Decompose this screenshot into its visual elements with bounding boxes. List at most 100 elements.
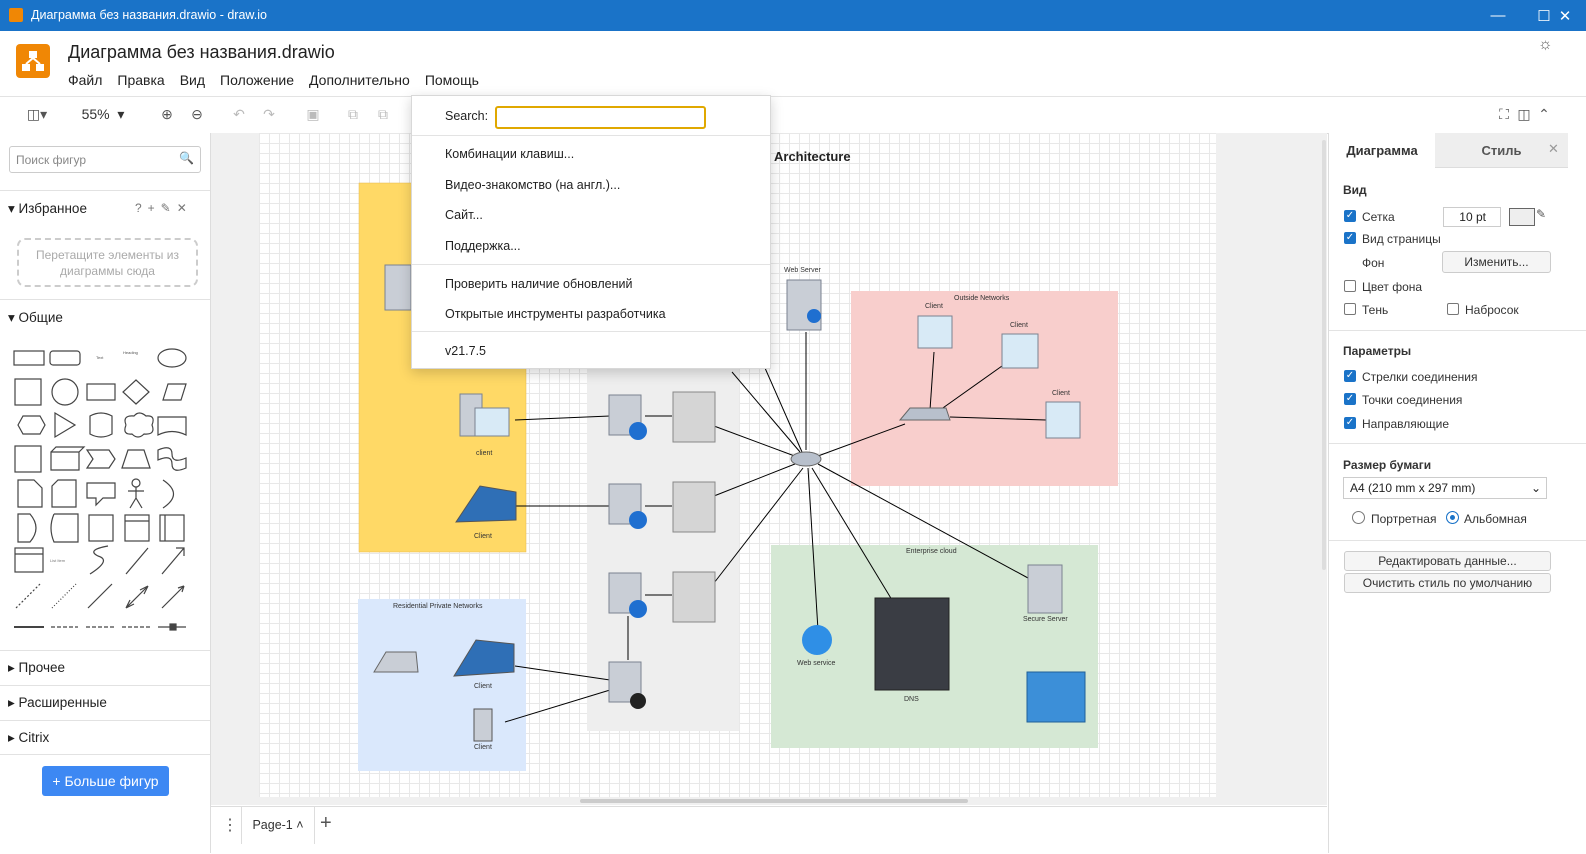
edit-data-button[interactable]: Редактировать данные... (1344, 551, 1551, 571)
favorites-actions[interactable]: ?+✎✕ (135, 201, 193, 215)
callout-shape (86, 482, 116, 507)
guides-checkbox[interactable]: ✓ (1344, 417, 1356, 429)
grid-label: Сетка (1362, 210, 1395, 224)
dns-label: DNS (904, 696, 919, 703)
ellipse-shape (157, 348, 187, 368)
favorites-drop-zone[interactable]: Перетащите элементы из диаграммы сюда (17, 238, 198, 287)
connection-arrows-checkbox[interactable]: ✓ (1344, 370, 1356, 382)
add-page-icon[interactable]: + (320, 812, 332, 835)
tab-diagram[interactable]: Диаграмма (1329, 133, 1435, 167)
format-panel-icon[interactable]: ◫ (1515, 104, 1533, 124)
connection-points-checkbox[interactable]: ✓ (1344, 393, 1356, 405)
step-shape (85, 449, 116, 469)
grid-checkbox[interactable]: ✓ (1344, 210, 1356, 222)
fullscreen-icon[interactable]: ⛶ (1495, 104, 1513, 124)
menu-file[interactable]: Файл (68, 72, 102, 88)
client-label: client (476, 450, 493, 457)
pages-menu-icon[interactable]: ⋮ (222, 815, 238, 835)
or-shape (162, 479, 175, 509)
outside-networks-label: Outside Networks (954, 295, 1010, 302)
document-title[interactable]: Диаграмма без названия.drawio (68, 42, 335, 63)
bg-color-checkbox[interactable] (1344, 280, 1356, 292)
horizontal-scrollbar[interactable] (580, 799, 968, 803)
title-bar: Диаграмма без названия.drawio - draw.io … (0, 0, 1586, 31)
undo-icon[interactable]: ↶ (228, 104, 250, 124)
general-shapes-grid[interactable]: Text Heading List Item (8, 340, 204, 640)
redo-icon[interactable]: ↷ (258, 104, 280, 124)
menu-extras[interactable]: Дополнительно (309, 72, 410, 88)
panel-toggle-icon[interactable]: ◫▾ (20, 104, 54, 124)
square-shape (14, 378, 42, 406)
secure-server-label: Secure Server (1023, 616, 1068, 623)
sketch-checkbox[interactable] (1447, 303, 1459, 315)
to-front-icon[interactable]: ⧉ (342, 104, 364, 124)
clear-default-style-button[interactable]: Очистить стиль по умолчанию (1344, 573, 1551, 593)
options-title: Параметры (1343, 344, 1412, 358)
svg-text:Text: Text (96, 355, 104, 360)
page-tab-current[interactable]: Page-1 ˄ (241, 806, 315, 844)
other-title: Прочее (18, 660, 66, 675)
cylinder-shape (89, 412, 113, 438)
help-search-input[interactable] (495, 106, 706, 129)
menu-help[interactable]: Помощь (425, 72, 479, 88)
web-service-label: Web service (797, 660, 836, 667)
diagram-title[interactable]: Architecture (774, 149, 851, 164)
portrait-radio[interactable] (1352, 511, 1365, 524)
close-button[interactable]: ✕ (1542, 0, 1586, 31)
data-storage-shape (50, 513, 79, 543)
pencil-icon[interactable]: ✎ (1536, 207, 1546, 221)
page-tabs-bar (211, 806, 1327, 854)
trapezoid-shape (121, 449, 151, 469)
sun-icon[interactable]: ☼ (1538, 36, 1553, 54)
grid-color-swatch[interactable] (1509, 208, 1535, 226)
zoom-select[interactable]: 55% ▾ (72, 104, 134, 124)
shadow-label: Тень (1362, 303, 1389, 317)
menu-view[interactable]: Вид (180, 72, 205, 88)
connection-arrows-label: Стрелки соединения (1362, 370, 1478, 384)
general-header[interactable]: ▾ Общие (8, 310, 63, 326)
actor-shape (128, 487, 144, 509)
menu-item-support[interactable]: Поддержка... (445, 239, 521, 253)
portrait-label: Портретная (1371, 512, 1437, 526)
delete-icon[interactable]: ▣ (302, 104, 324, 124)
triangle-shape (54, 411, 77, 439)
menu-item-website[interactable]: Сайт... (445, 208, 483, 222)
bg-color-label: Цвет фона (1362, 280, 1423, 294)
more-shapes-button[interactable]: + Больше фигур (42, 766, 169, 796)
search-icon[interactable]: 🔍 (179, 151, 194, 165)
menu-item-dev-tools[interactable]: Открытые инструменты разработчика (445, 307, 666, 321)
delay-shape (17, 513, 37, 543)
zoom-out-icon[interactable]: ⊖ (186, 104, 208, 124)
circle-shape (51, 378, 79, 406)
change-background-button[interactable]: Изменить... (1442, 251, 1551, 273)
zoom-in-icon[interactable]: ⊕ (156, 104, 178, 124)
other-section[interactable]: ▸ Прочее (8, 660, 65, 676)
cloud-shape (124, 412, 154, 438)
chevron-down-icon: ⌄ (1530, 481, 1541, 495)
document-shape (157, 416, 187, 436)
landscape-radio[interactable] (1446, 511, 1459, 524)
process-shape (86, 383, 116, 401)
cube-shape (50, 446, 86, 471)
menu-arrange[interactable]: Положение (220, 72, 294, 88)
menu-item-check-updates[interactable]: Проверить наличие обновлений (445, 277, 632, 291)
window-title: Диаграмма без названия.drawio - draw.io (31, 8, 267, 22)
menu-edit[interactable]: Правка (117, 72, 164, 88)
paper-size-select[interactable]: A4 (210 mm x 297 mm) ⌄ (1343, 477, 1547, 499)
citrix-section[interactable]: ▸ Citrix (8, 730, 49, 746)
favorites-header[interactable]: ▾ Избранное (8, 201, 87, 217)
close-panel-icon[interactable]: ✕ (1548, 141, 1559, 157)
to-back-icon[interactable]: ⧉ (372, 104, 394, 124)
page-view-checkbox[interactable]: ✓ (1344, 232, 1356, 244)
zoom-value: 55% (81, 106, 110, 122)
vertical-scrollbar[interactable] (1322, 140, 1326, 570)
shadow-checkbox[interactable] (1344, 303, 1356, 315)
menu-item-shortcuts[interactable]: Комбинации клавиш... (445, 147, 574, 161)
menu-item-video-tutorial[interactable]: Видео-знакомство (на англ.)... (445, 178, 620, 192)
shape-search-input[interactable]: Поиск фигур 🔍 (9, 146, 201, 173)
collapse-icon[interactable]: ⌃ (1535, 104, 1553, 124)
page-tab-label: Page-1 (252, 818, 293, 832)
advanced-section[interactable]: ▸ Расширенные (8, 695, 107, 711)
minimize-button[interactable]: — (1475, 0, 1521, 31)
grid-size-input[interactable]: 10 pt (1443, 207, 1501, 227)
